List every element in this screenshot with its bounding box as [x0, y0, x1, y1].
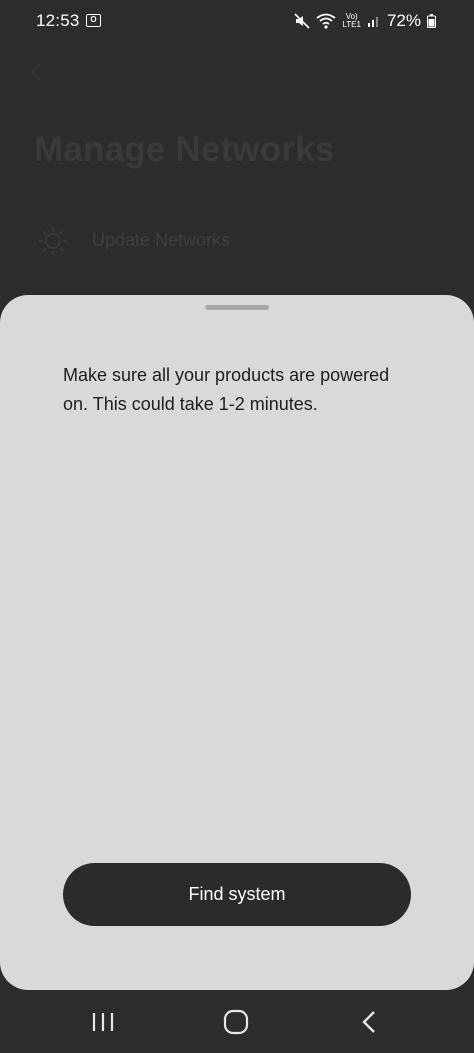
screen: 12:53 O Vo) LTE1 72% Manage Networks Upd… — [0, 0, 474, 1053]
wifi-icon — [316, 13, 336, 29]
chevron-left-icon — [30, 63, 41, 81]
home-button[interactable] — [216, 1006, 256, 1038]
sheet-drag-handle[interactable] — [205, 305, 269, 310]
find-system-button[interactable]: Find system — [63, 863, 411, 926]
back-icon — [362, 1011, 375, 1033]
status-bar: 12:53 O Vo) LTE1 72% — [0, 0, 474, 44]
lte-bottom: LTE1 — [342, 20, 361, 29]
sheet-message: Make sure all your products are powered … — [63, 365, 390, 414]
battery-icon — [427, 14, 436, 28]
status-time: 12:53 — [36, 11, 80, 30]
lte-indicator: Vo) LTE1 — [342, 13, 361, 29]
page-title: Manage Networks — [34, 130, 335, 169]
battery-text: 72% — [386, 11, 421, 30]
update-networks-label: Update Networks — [92, 230, 231, 250]
recents-icon — [92, 1013, 114, 1031]
background-page: Manage Networks Update Networks — [0, 44, 474, 304]
update-networks-row: Update Networks — [38, 224, 438, 260]
outlook-icon: O — [86, 14, 101, 27]
home-icon — [223, 1009, 249, 1035]
navigation-bar — [0, 990, 474, 1053]
bottom-sheet: Make sure all your products are powered … — [0, 295, 474, 990]
mute-icon — [294, 13, 311, 29]
signal-icon — [367, 17, 378, 27]
status-icons: Vo) LTE1 72% — [294, 10, 436, 32]
back-button[interactable] — [349, 1006, 389, 1038]
recents-button[interactable] — [83, 1006, 123, 1038]
settings-sun-icon — [39, 227, 67, 255]
